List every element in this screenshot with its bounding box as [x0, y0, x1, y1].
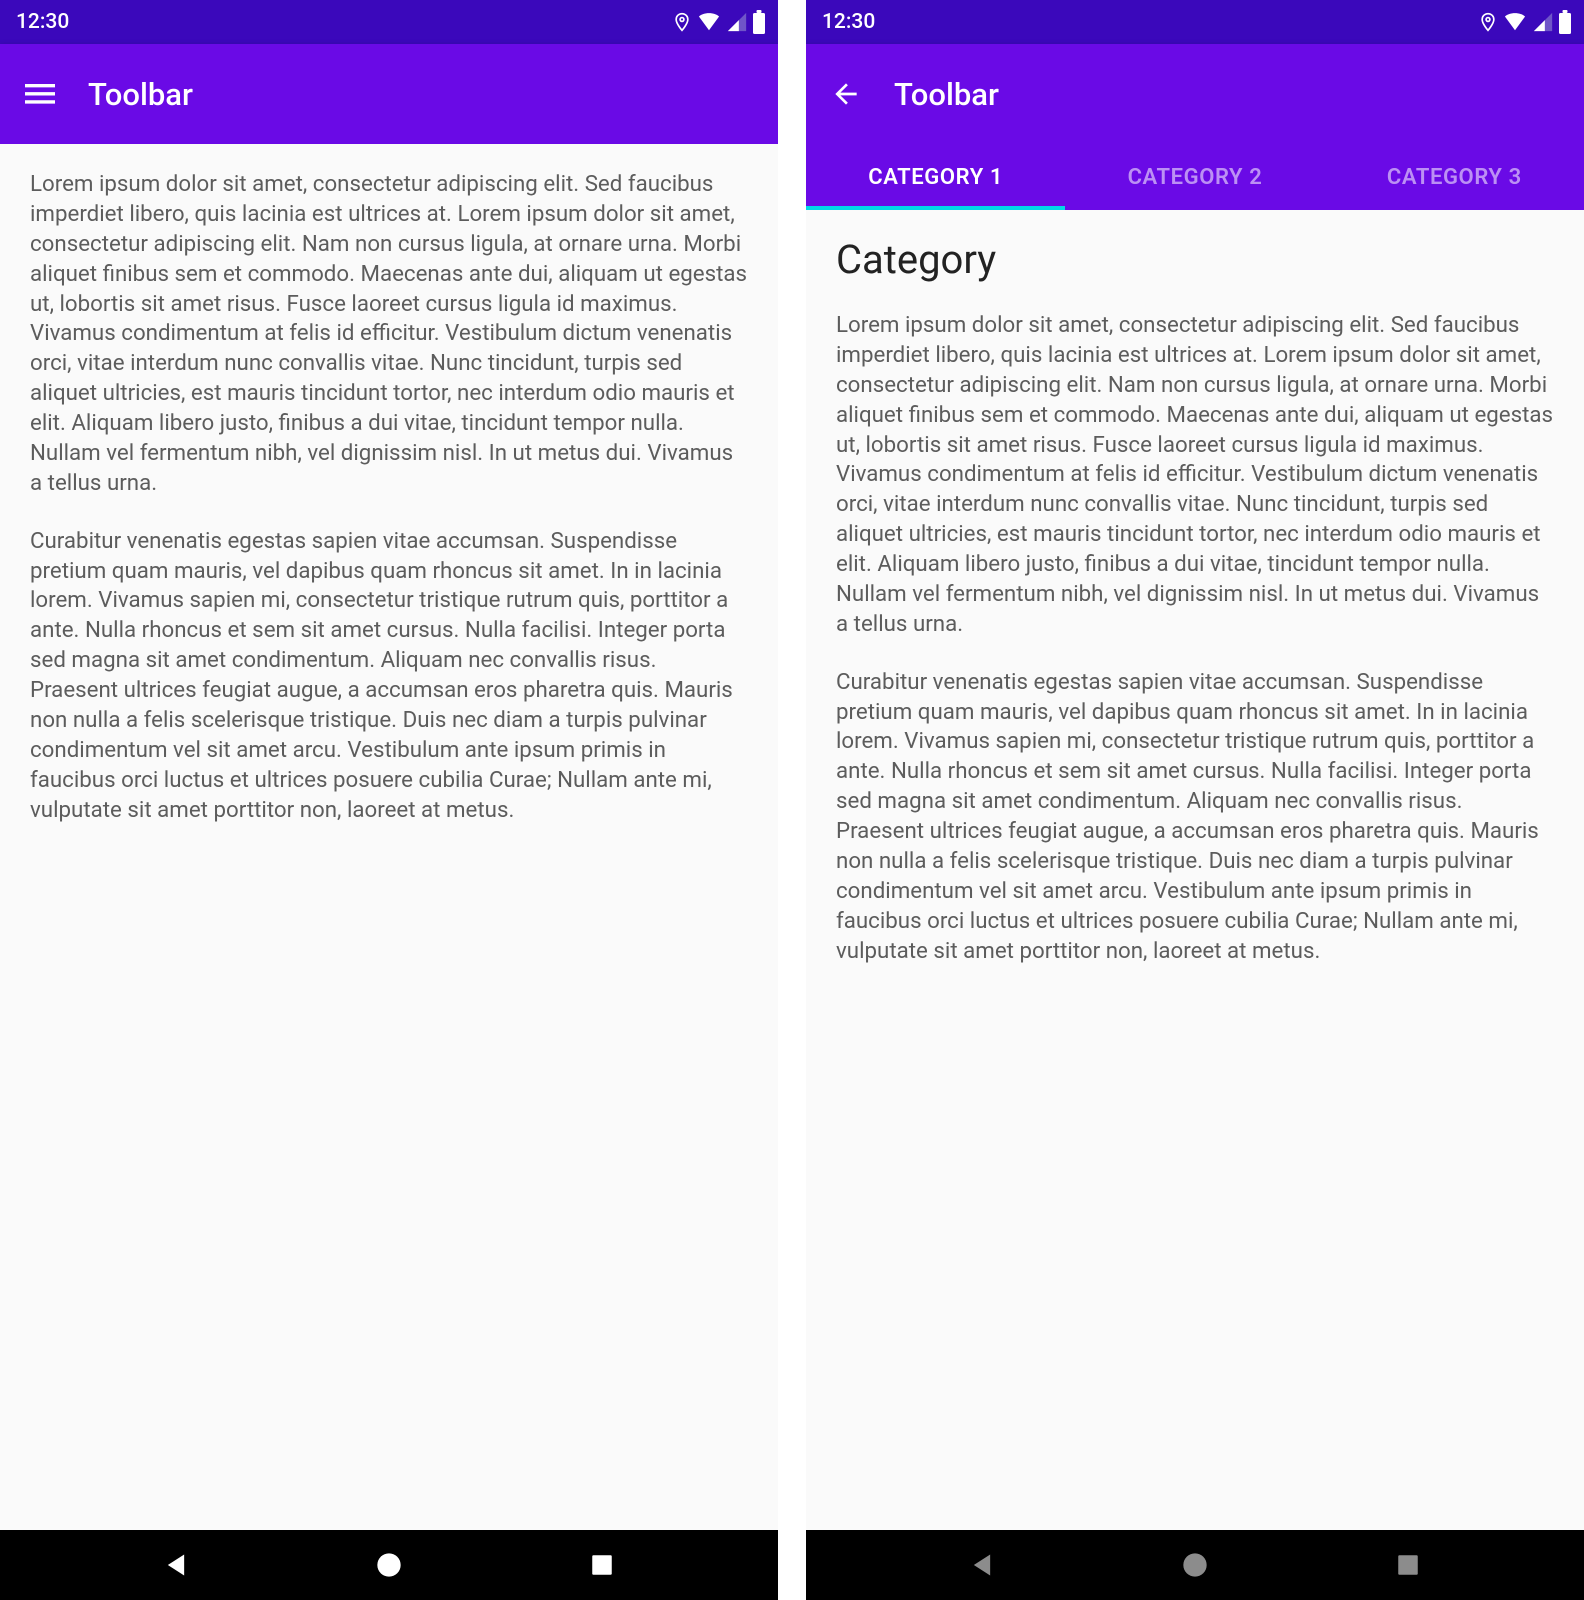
circle-home-icon	[1181, 1551, 1209, 1579]
nav-back-button[interactable]	[962, 1545, 1002, 1585]
tab-category-2[interactable]: CATEGORY 2	[1065, 144, 1324, 210]
wifi-icon	[1502, 11, 1528, 33]
back-button[interactable]	[806, 44, 886, 144]
tab-label: CATEGORY 3	[1387, 165, 1522, 190]
signal-icon	[726, 11, 748, 33]
nav-home-button[interactable]	[1175, 1545, 1215, 1585]
location-icon	[1478, 10, 1498, 34]
content-area[interactable]: Lorem ipsum dolor sit amet, consectetur …	[0, 144, 778, 1530]
nav-recents-button[interactable]	[1388, 1545, 1428, 1585]
battery-icon	[1558, 10, 1572, 34]
tab-category-1[interactable]: CATEGORY 1	[806, 144, 1065, 210]
status-time: 12:30	[12, 10, 69, 34]
toolbar-title: Toolbar	[80, 76, 193, 113]
nav-home-button[interactable]	[369, 1545, 409, 1585]
body-paragraph: Lorem ipsum dolor sit amet, consectetur …	[30, 170, 748, 499]
battery-icon	[752, 10, 766, 34]
status-icons	[1478, 10, 1572, 34]
content-area[interactable]: Category Lorem ipsum dolor sit amet, con…	[806, 210, 1584, 1530]
body-paragraph: Curabitur venenatis egestas sapien vitae…	[836, 668, 1554, 967]
body-paragraph: Curabitur venenatis egestas sapien vitae…	[30, 527, 748, 826]
tab-label: CATEGORY 1	[868, 165, 1003, 190]
system-nav-bar	[806, 1530, 1584, 1600]
status-bar: 12:30	[0, 0, 778, 44]
tab-indicator	[806, 206, 1065, 210]
device-left: 12:30 Toolbar Lo	[0, 0, 778, 1600]
circle-home-icon	[375, 1551, 403, 1579]
nav-recents-button[interactable]	[582, 1545, 622, 1585]
app-bar: Toolbar	[0, 44, 778, 144]
square-recents-icon	[1395, 1552, 1421, 1578]
tab-category-3[interactable]: CATEGORY 3	[1325, 144, 1584, 210]
system-nav-bar	[0, 1530, 778, 1600]
tab-label: CATEGORY 2	[1128, 165, 1263, 190]
toolbar-title: Toolbar	[886, 76, 999, 113]
hamburger-icon	[25, 79, 55, 109]
square-recents-icon	[589, 1552, 615, 1578]
content-heading: Category	[836, 236, 1554, 283]
status-icons	[672, 10, 766, 34]
nav-back-button[interactable]	[156, 1545, 196, 1585]
device-right: 12:30 Toolbar	[806, 0, 1584, 1600]
triangle-back-icon	[968, 1551, 996, 1579]
status-bar: 12:30	[806, 0, 1584, 44]
hamburger-menu-button[interactable]	[0, 44, 80, 144]
app-bar: Toolbar CATEGORY 1 CATEGORY 2 CATEGORY 3	[806, 44, 1584, 210]
arrow-back-icon	[830, 78, 862, 110]
triangle-back-icon	[162, 1551, 190, 1579]
location-icon	[672, 10, 692, 34]
wifi-icon	[696, 11, 722, 33]
body-paragraph: Lorem ipsum dolor sit amet, consectetur …	[836, 311, 1554, 640]
signal-icon	[1532, 11, 1554, 33]
status-time: 12:30	[818, 10, 875, 34]
tab-bar: CATEGORY 1 CATEGORY 2 CATEGORY 3	[806, 144, 1584, 210]
